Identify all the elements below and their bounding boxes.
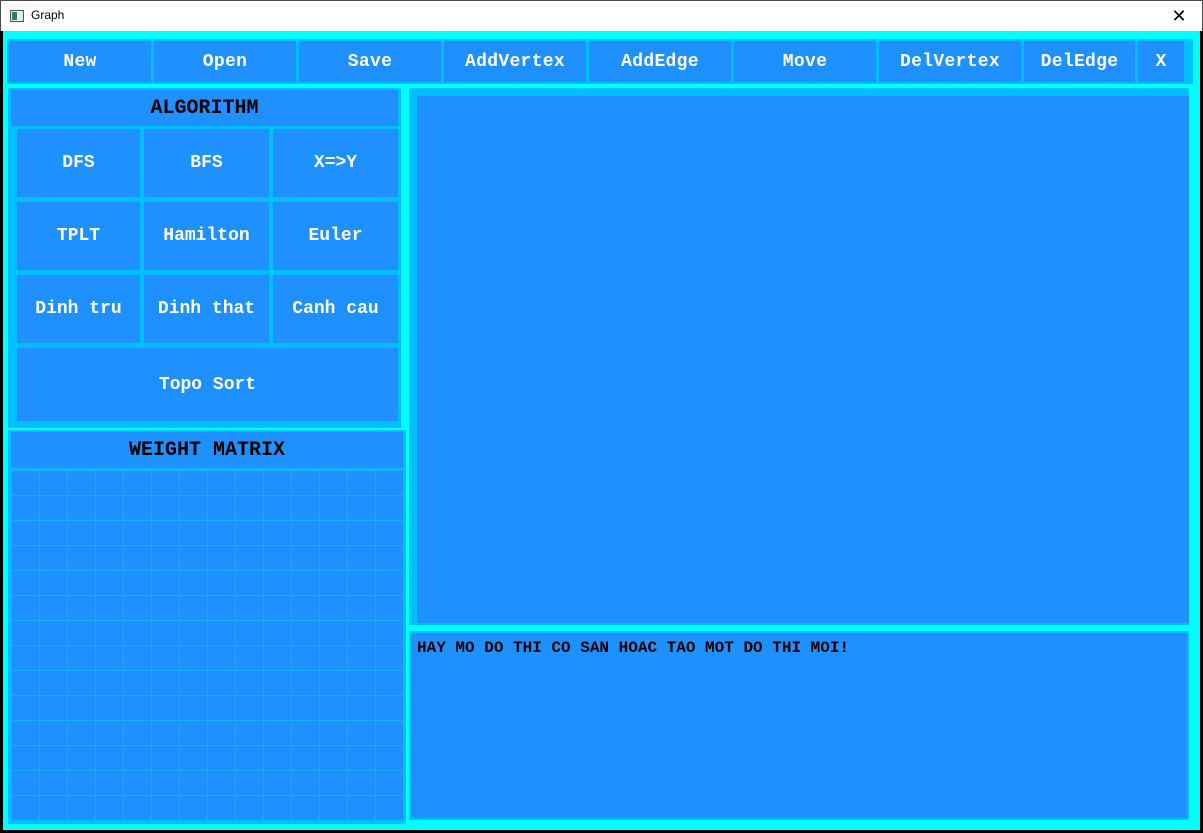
dfs-button[interactable]: DFS — [17, 129, 140, 197]
topo-sort-button[interactable]: Topo Sort — [17, 348, 398, 421]
tplt-button[interactable]: TPLT — [17, 202, 140, 270]
algorithm-panel: ALGORITHM DFS BFS X=>Y TPLT Hamilton Eul… — [8, 88, 401, 428]
dinh-tru-button[interactable]: Dinh tru — [17, 275, 140, 343]
exit-button[interactable]: X — [1138, 41, 1184, 82]
weight-matrix-panel: WEIGHT MATRIX — [8, 430, 406, 824]
graph-canvas[interactable] — [417, 96, 1189, 623]
dinh-that-button[interactable]: Dinh that — [144, 275, 269, 343]
message-panel: HAY MO DO THI CO SAN HOAC TAO MOT DO THI… — [409, 631, 1189, 820]
weight-matrix-title: WEIGHT MATRIX — [11, 432, 403, 468]
euler-button[interactable]: Euler — [273, 202, 398, 270]
canh-cau-button[interactable]: Canh cau — [273, 275, 398, 343]
window-title: Graph — [31, 8, 65, 22]
window-titlebar: Graph ✕ — [0, 0, 1203, 31]
add-vertex-button[interactable]: AddVertex — [444, 41, 586, 82]
move-button[interactable]: Move — [734, 41, 876, 82]
del-edge-button[interactable]: DelEdge — [1024, 41, 1135, 82]
add-edge-button[interactable]: AddEdge — [589, 41, 731, 82]
close-window-button[interactable]: ✕ — [1156, 1, 1202, 31]
weight-matrix-grid[interactable] — [11, 470, 403, 820]
new-button[interactable]: New — [9, 41, 151, 82]
algorithm-title: ALGORITHM — [11, 90, 398, 126]
app-icon — [10, 10, 24, 22]
open-button[interactable]: Open — [154, 41, 296, 82]
toolbar: New Open Save AddVertex AddEdge Move Del… — [7, 39, 1193, 84]
del-vertex-button[interactable]: DelVertex — [879, 41, 1021, 82]
save-button[interactable]: Save — [299, 41, 441, 82]
status-message: HAY MO DO THI CO SAN HOAC TAO MOT DO THI… — [417, 639, 850, 657]
graph-canvas-frame — [409, 88, 1189, 625]
bfs-button[interactable]: BFS — [144, 129, 269, 197]
hamilton-button[interactable]: Hamilton — [144, 202, 269, 270]
app-client-area: New Open Save AddVertex AddEdge Move Del… — [3, 31, 1200, 830]
path-x-to-y-button[interactable]: X=>Y — [273, 129, 398, 197]
